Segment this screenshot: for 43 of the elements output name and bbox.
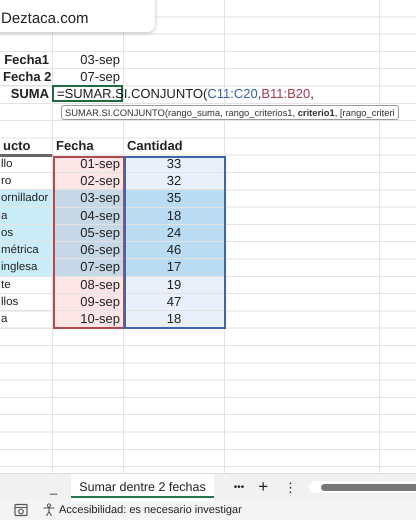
table-cell: 03-sep [53, 190, 124, 208]
table-cell: 05-sep [53, 224, 124, 242]
table-cell: a [0, 208, 53, 225]
tab-mark: _ [50, 480, 58, 494]
table-cell: inglesa [0, 259, 53, 277]
param-label: Fecha1 [0, 52, 53, 70]
table-cell: 07-sep [53, 259, 124, 277]
table-cell: 46 [124, 242, 225, 260]
horizontal-scrollbar[interactable] [309, 481, 416, 493]
accessibility-icon [42, 503, 56, 517]
table-cell: llos [0, 294, 53, 312]
function-tooltip: SUMAR.SI.CONJUNTO(rango_suma, rango_criterios1, criterio1, [rango_criteri [61, 104, 399, 120]
table-cell: 19 [124, 276, 225, 294]
table-cell: 18 [124, 208, 225, 225]
param-value: 03-sep [53, 52, 124, 70]
param-label: SUMA [0, 86, 53, 104]
table-cell: 47 [124, 294, 225, 312]
options-button[interactable]: ⋮ [284, 480, 298, 494]
param-value: 07-sep [53, 69, 124, 86]
table-cell: te [0, 276, 53, 294]
table-cell: 35 [124, 190, 225, 208]
table-cell: llo [0, 156, 53, 173]
column-header: Cantidad [124, 138, 225, 158]
table-cell: 32 [124, 172, 225, 190]
website-text: Deztaca.com [1, 10, 89, 27]
table-cell: 08-sep [53, 276, 124, 294]
sheet-tab[interactable]: Sumar dentre 2 fechas [71, 474, 214, 500]
table-cell: a [0, 311, 53, 329]
camera-icon[interactable] [14, 503, 28, 517]
more-button[interactable]: ••• [234, 482, 244, 492]
column-header: ucto [0, 138, 53, 158]
table-cell: 24 [124, 224, 225, 242]
param-label: Fecha 2 [0, 69, 53, 86]
table-cell: 06-sep [53, 242, 124, 260]
table-cell: 04-sep [53, 208, 124, 225]
column-header: Fecha [53, 138, 124, 158]
table-cell: os [0, 224, 53, 242]
table-cell: ornillador [0, 190, 53, 208]
table-cell: métrica [0, 242, 53, 260]
table-cell: 09-sep [53, 294, 124, 312]
add-sheet-button[interactable]: + [258, 477, 268, 497]
table-cell: 02-sep [53, 172, 124, 190]
table-cell: 17 [124, 259, 225, 277]
